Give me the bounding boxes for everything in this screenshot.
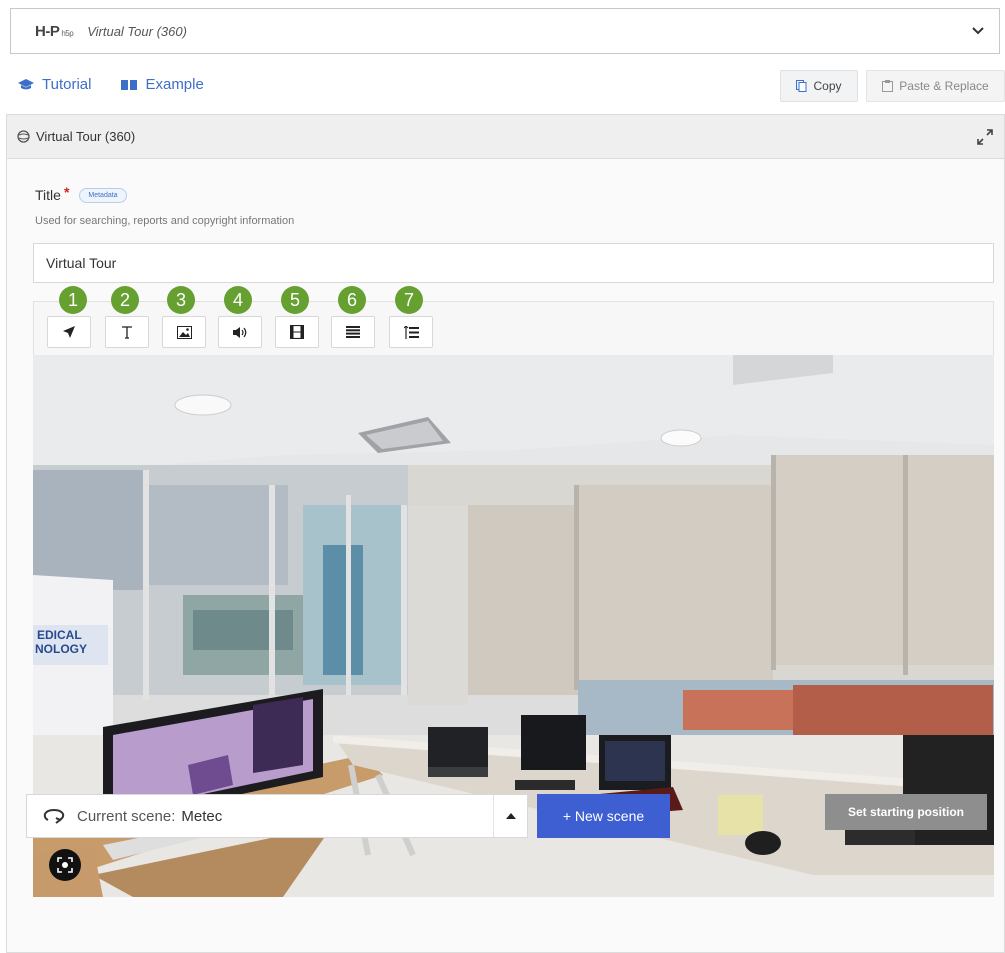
recenter-view-button[interactable]	[49, 849, 81, 881]
caret-up-icon	[505, 813, 516, 819]
graduation-cap-icon	[18, 78, 34, 89]
marker-3: 3	[167, 286, 195, 314]
tutorial-label: Tutorial	[42, 76, 92, 93]
tutorial-link[interactable]: Tutorial	[18, 76, 91, 93]
add-navigation-button[interactable]	[47, 316, 91, 348]
title-input[interactable]	[33, 243, 994, 283]
marker-6: 6	[338, 286, 366, 314]
marker-7: 7	[395, 286, 423, 314]
paste-label: Paste & Replace	[899, 79, 989, 93]
title-label-text: Title	[35, 187, 61, 203]
current-scene-value: Metec	[181, 807, 223, 825]
title-description: Used for searching, reports and copyrigh…	[35, 215, 295, 227]
panorama-icon	[17, 130, 30, 143]
h5p-logo: H-P h5p	[35, 22, 74, 40]
panel-title: Virtual Tour (360)	[36, 129, 136, 144]
scene-loop-icon	[43, 808, 65, 824]
clipboard-icon	[882, 80, 894, 92]
example-label: Example	[145, 76, 204, 93]
text-icon	[122, 326, 132, 339]
scene-dropdown-toggle[interactable]	[493, 795, 527, 837]
required-marker: *	[63, 184, 70, 200]
marker-5: 5	[281, 286, 309, 314]
navigation-arrow-icon	[63, 326, 75, 338]
current-scene-select[interactable]: Current scene: Metec	[26, 794, 528, 838]
svg-text:EDICAL: EDICAL	[37, 628, 82, 642]
marker-1: 1	[59, 286, 87, 314]
marker-2: 2	[111, 286, 139, 314]
video-icon	[290, 325, 304, 339]
library-select[interactable]: H-P h5p Virtual Tour (360)	[10, 8, 1000, 54]
fullscreen-expand-icon[interactable]	[976, 128, 994, 146]
add-text-button[interactable]	[105, 316, 149, 348]
single-choice-list-icon	[403, 325, 419, 339]
summary-list-icon	[346, 326, 360, 338]
example-link[interactable]: Example	[121, 76, 204, 93]
current-scene-label: Current scene:	[77, 807, 176, 825]
paste-replace-button[interactable]: Paste & Replace	[866, 70, 1005, 102]
book-icon	[121, 79, 138, 90]
title-field-label: Title * Metadata	[35, 184, 127, 203]
add-video-button[interactable]	[275, 316, 319, 348]
add-single-choice-button[interactable]	[389, 316, 433, 348]
recenter-icon	[57, 857, 73, 873]
copy-icon	[796, 80, 807, 92]
library-name: Virtual Tour (360)	[87, 23, 187, 39]
add-image-button[interactable]	[162, 316, 206, 348]
audio-icon	[233, 326, 247, 338]
svg-text:NOLOGY: NOLOGY	[35, 642, 87, 656]
chevron-down-icon[interactable]	[971, 24, 985, 38]
add-summary-button[interactable]	[331, 316, 375, 348]
marker-4: 4	[224, 286, 252, 314]
new-scene-button[interactable]: + New scene	[537, 794, 670, 838]
add-audio-button[interactable]	[218, 316, 262, 348]
image-icon	[176, 325, 192, 339]
help-links: Tutorial Example	[18, 76, 204, 93]
copy-button[interactable]: Copy	[780, 70, 858, 102]
panel-header: Virtual Tour (360)	[7, 115, 1004, 159]
set-starting-position-button[interactable]: Set starting position	[825, 794, 987, 830]
copy-label: Copy	[813, 79, 842, 93]
metadata-button[interactable]: Metadata	[79, 187, 127, 203]
